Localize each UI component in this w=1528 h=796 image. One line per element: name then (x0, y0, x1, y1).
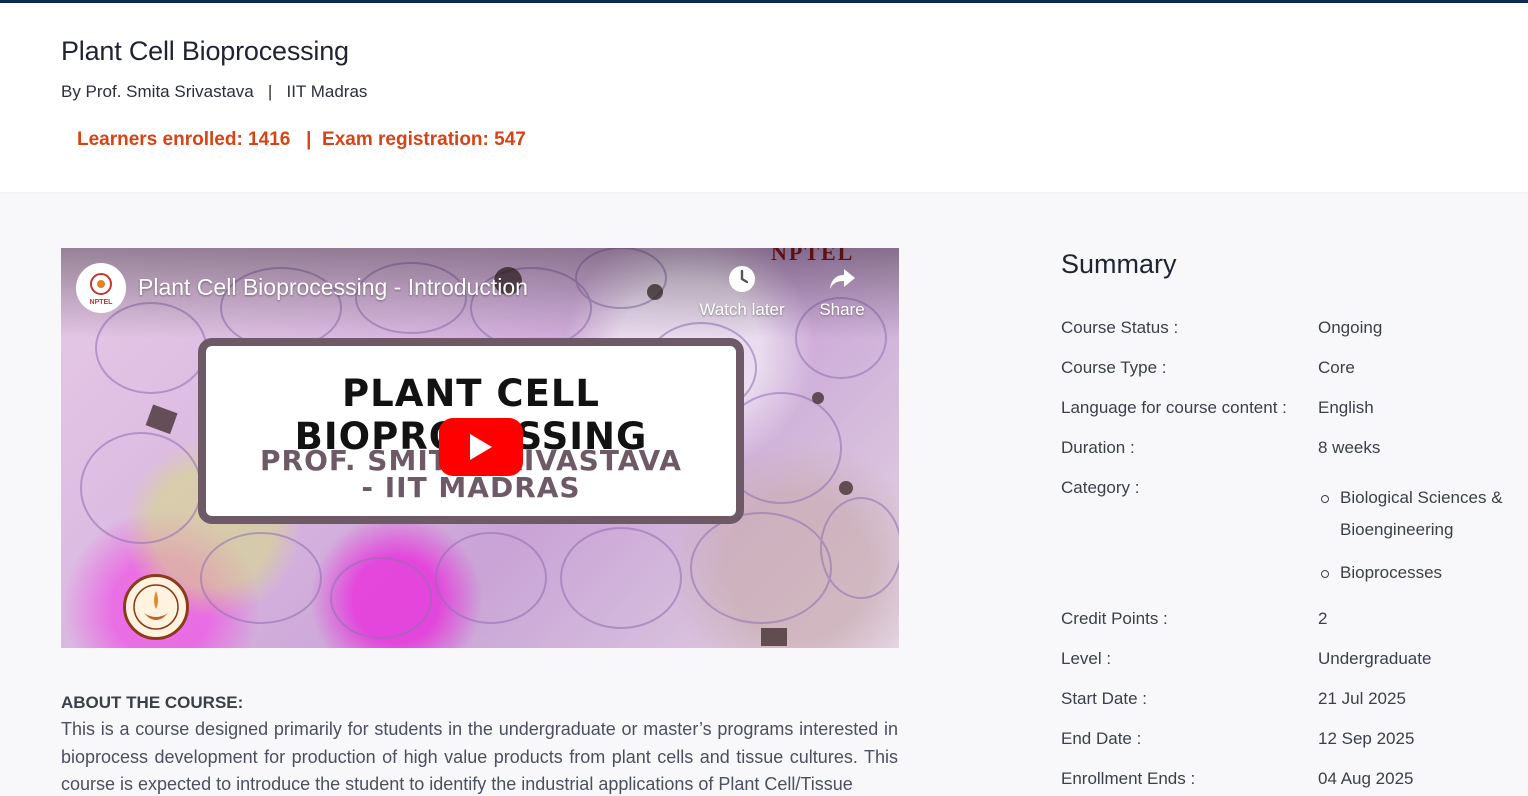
category-item[interactable]: Biological Sciences & Bioengineering (1318, 482, 1518, 546)
summary-label-end-date: End Date : (1061, 729, 1142, 748)
summary-label-language: Language for course content : (1061, 398, 1287, 417)
summary-label-level: Level : (1061, 649, 1112, 668)
course-header: Plant Cell Bioprocessing By Prof. Smita … (0, 3, 1528, 192)
enrollment-stats: Learners enrolled: 1416 | Exam registrat… (77, 129, 526, 150)
summary-value-enrollment-ends: 04 Aug 2025 (1318, 769, 1414, 788)
summary-label-status: Course Status : (1061, 318, 1179, 337)
summary-label-duration: Duration : (1061, 438, 1135, 457)
watch-later-button[interactable]: Watch later (697, 264, 787, 320)
video-title[interactable]: Plant Cell Bioprocessing - Introduction (138, 274, 528, 301)
summary-value-language: English (1318, 398, 1374, 417)
clock-icon (729, 266, 755, 292)
share-icon (830, 269, 855, 289)
intro-video-player[interactable]: NPTEL NPTEL Plant Cell Bioprocessing - I… (61, 248, 899, 648)
play-icon (470, 434, 492, 460)
svg-text:NPTEL: NPTEL (90, 299, 114, 306)
play-button[interactable] (439, 418, 523, 476)
summary-label-category: Category : (1061, 478, 1140, 497)
category-list: Biological Sciences & Bioengineering Bio… (1318, 482, 1518, 600)
course-byline: By Prof. Smita Srivastava | IIT Madras (61, 82, 368, 101)
channel-logo-icon[interactable]: NPTEL (76, 263, 126, 313)
about-heading: ABOUT THE COURSE: (61, 693, 244, 712)
category-item[interactable]: Bioprocesses (1318, 557, 1518, 589)
share-button[interactable]: Share (797, 264, 887, 320)
summary-value-credits: 2 (1318, 609, 1328, 628)
summary-value-status: Ongoing (1318, 318, 1383, 337)
watch-later-label: Watch later (699, 300, 785, 319)
summary-label-credits: Credit Points : (1061, 609, 1168, 628)
about-description: This is a course designed primarily for … (61, 719, 898, 794)
course-title: Plant Cell Bioprocessing (61, 36, 349, 66)
summary-label-start-date: Start Date : (1061, 689, 1147, 708)
summary-label-enrollment-ends: Enrollment Ends : (1061, 769, 1196, 788)
share-label: Share (819, 300, 865, 319)
summary-value-type: Core (1318, 358, 1355, 377)
summary-title: Summary (1061, 249, 1177, 279)
iit-madras-logo (123, 574, 189, 640)
summary-value-level: Undergraduate (1318, 649, 1432, 668)
summary-value-start-date: 21 Jul 2025 (1318, 689, 1406, 708)
summary-label-type: Course Type : (1061, 358, 1167, 377)
summary-value-duration: 8 weeks (1318, 438, 1381, 457)
summary-value-end-date: 12 Sep 2025 (1318, 729, 1415, 748)
